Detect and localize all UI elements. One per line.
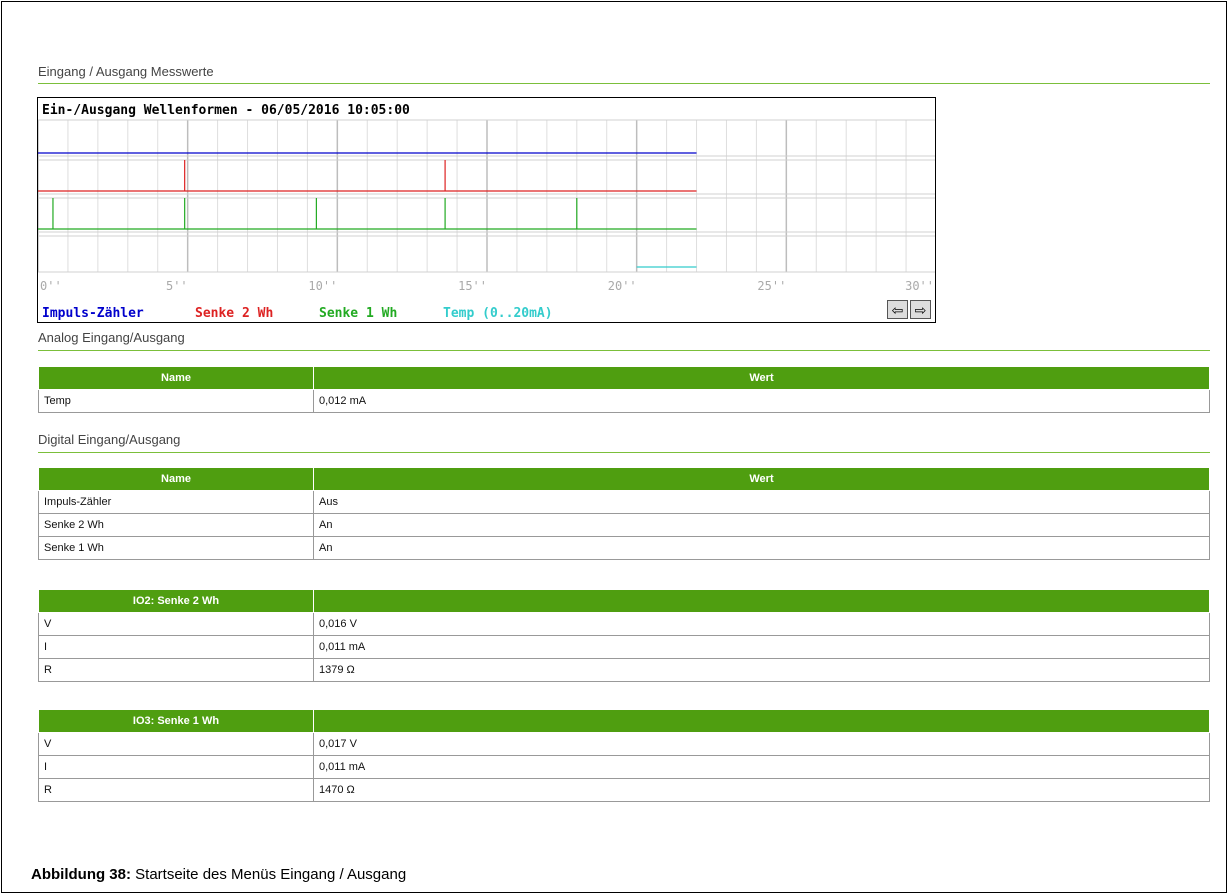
cell-value: An (313, 513, 1210, 537)
digital-table: Name Wert Impuls-Zähler Aus Senke 2 Wh A… (38, 467, 1210, 560)
cell-name: I (38, 635, 314, 659)
table-row: Temp 0,012 mA (38, 389, 1210, 413)
section-divider (38, 350, 1210, 351)
figure-caption: Abbildung 38: Startseite des Menüs Einga… (31, 866, 406, 883)
caption-text: Startseite des Menüs Eingang / Ausgang (131, 866, 407, 883)
x-tick-label: 30'' (905, 279, 934, 293)
section-title-digital: Digital Eingang/Ausgang (38, 432, 181, 447)
column-header-name: Name (38, 467, 314, 491)
table-row: V 0,017 V (38, 732, 1210, 756)
table-row: I 0,011 mA (38, 635, 1210, 659)
table-header-row: IO2: Senke 2 Wh (38, 589, 1210, 613)
waveform-svg: 0'' 5'' 10'' 15'' 20'' 25'' 30'' Impuls-Zähler S… (38, 119, 935, 321)
column-header-value: Wert (313, 467, 1210, 491)
cell-value: An (313, 536, 1210, 560)
cell-value: Aus (313, 490, 1210, 514)
arrow-left-icon[interactable]: ⇦ (887, 300, 908, 319)
x-tick-label: 10'' (308, 279, 337, 293)
cell-value: 0,016 V (313, 612, 1210, 636)
legend-item: Temp (0..20mA) (443, 306, 553, 321)
cell-name: R (38, 778, 314, 802)
table-row: Senke 2 Wh An (38, 513, 1210, 537)
section-divider (38, 452, 1210, 453)
cell-name: V (38, 732, 314, 756)
table-row: Senke 1 Wh An (38, 536, 1210, 560)
table-header-row: Name Wert (38, 467, 1210, 491)
cell-value: 0,017 V (313, 732, 1210, 756)
column-header-name: Name (38, 366, 314, 390)
table-row: R 1379 Ω (38, 658, 1210, 682)
io3-header: IO3: Senke 1 Wh (38, 709, 314, 733)
cell-name: Senke 2 Wh (38, 513, 314, 537)
cell-value: 0,011 mA (313, 755, 1210, 779)
legend-item: Senke 1 Wh (319, 306, 397, 321)
cell-name: V (38, 612, 314, 636)
cell-name: Senke 1 Wh (38, 536, 314, 560)
cell-value: 0,012 mA (313, 389, 1210, 413)
io3-table: IO3: Senke 1 Wh V 0,017 V I 0,011 mA R 1… (38, 709, 1210, 802)
table-header-row: Name Wert (38, 366, 1210, 390)
cell-name: R (38, 658, 314, 682)
table-row: I 0,011 mA (38, 755, 1210, 779)
caption-label: Abbildung 38: (31, 866, 131, 883)
chart-nav: ⇦ ⇨ (887, 300, 931, 319)
legend-item: Senke 2 Wh (195, 306, 273, 321)
analog-table: Name Wert Temp 0,012 mA (38, 366, 1210, 413)
chart-title: Ein-/Ausgang Wellenformen - 06/05/2016 1… (42, 103, 410, 118)
cell-name: I (38, 755, 314, 779)
cell-name: Impuls-Zähler (38, 490, 314, 514)
cell-value: 0,011 mA (313, 635, 1210, 659)
x-tick-label: 0'' (40, 279, 62, 293)
cell-value: 1470 Ω (313, 778, 1210, 802)
table-row: V 0,016 V (38, 612, 1210, 636)
column-header-empty (313, 589, 1210, 613)
io2-header: IO2: Senke 2 Wh (38, 589, 314, 613)
waveform-chart: 0'' 5'' 10'' 15'' 20'' 25'' 30'' Impuls-Zähler S… (37, 97, 936, 323)
x-tick-label: 15'' (458, 279, 487, 293)
legend-item: Impuls-Zähler (42, 306, 144, 321)
section-title-io: Eingang / Ausgang Messwerte (38, 64, 214, 79)
arrow-right-icon[interactable]: ⇨ (910, 300, 931, 319)
section-divider (38, 83, 1210, 84)
cell-name: Temp (38, 389, 314, 413)
column-header-value: Wert (313, 366, 1210, 390)
x-tick-label: 20'' (608, 279, 637, 293)
table-header-row: IO3: Senke 1 Wh (38, 709, 1210, 733)
table-row: Impuls-Zähler Aus (38, 490, 1210, 514)
x-tick-label: 5'' (166, 279, 188, 293)
x-tick-label: 25'' (757, 279, 786, 293)
cell-value: 1379 Ω (313, 658, 1210, 682)
table-row: R 1470 Ω (38, 778, 1210, 802)
io2-table: IO2: Senke 2 Wh V 0,016 V I 0,011 mA R 1… (38, 589, 1210, 682)
section-title-analog: Analog Eingang/Ausgang (38, 330, 185, 345)
column-header-empty (313, 709, 1210, 733)
